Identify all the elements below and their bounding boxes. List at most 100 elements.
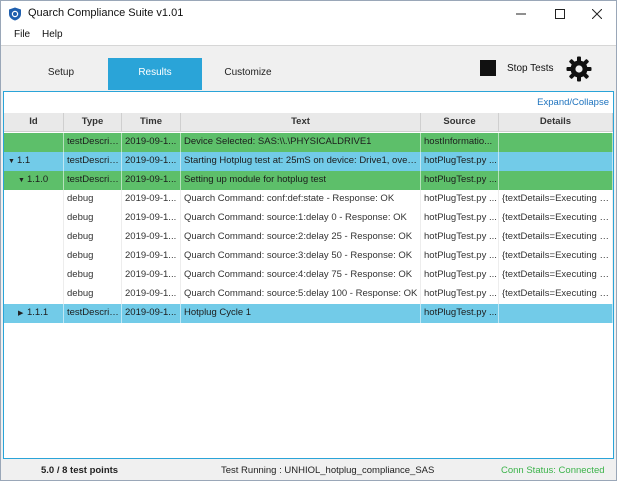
cell-id [4, 190, 64, 209]
table-row[interactable]: ▶1.1.1testDescription2019-09-1...Hotplug… [4, 304, 613, 323]
table-row[interactable]: ▼1.1.0testDescription2019-09-1...Setting… [4, 171, 613, 190]
cell-text: Hotplug Cycle 1 [181, 304, 421, 323]
cell-details [499, 152, 613, 171]
cell-type: debug [64, 247, 122, 266]
tab-results[interactable]: Results [108, 58, 202, 90]
cell-text: Quarch Command: source:5:delay 100 - Res… [181, 285, 421, 304]
row-id-label: 1.1 [17, 155, 31, 166]
cell-details: {textDetails=Executing c... [499, 228, 613, 247]
cell-source: hostInformatio... [421, 133, 499, 152]
menu-help[interactable]: Help [42, 29, 63, 40]
table-row[interactable]: debug 2019-09-1... Quarch Command: source:… [4, 228, 613, 247]
row-id-label: 1.1.0 [27, 174, 49, 185]
maximize-icon [555, 9, 565, 19]
chevron-right-icon[interactable]: ▶ [18, 305, 27, 323]
status-bar: 5.0 / 8 test points Test Running : UNHIO… [1, 461, 616, 480]
table-row[interactable]: ▼1.1testDescription2019-09-1...Starting … [4, 152, 613, 171]
test-points-status: 5.0 / 8 test points [41, 465, 119, 476]
cell-time: 2019-09-1... [122, 285, 181, 304]
cell-id [4, 247, 64, 266]
cell-type: testDescription [64, 152, 122, 171]
cell-text: Device Selected: SAS:\\.\PHYSICALDRIVE1 [181, 133, 421, 152]
cell-time: 2019-09-1... [122, 190, 181, 209]
cell-time: 2019-09-1... [122, 133, 181, 152]
cell-id: ▼ 1.1 [4, 152, 64, 171]
stop-icon[interactable] [480, 60, 496, 76]
table-row[interactable]: testDescription2019-09-1...Device Select… [4, 133, 613, 152]
table-header: Id Type Time Text Source Details [4, 113, 613, 132]
connection-status: Conn Status: Connected [501, 465, 605, 476]
column-header-details[interactable]: Details [499, 113, 613, 132]
row-id-label: 1.1.1 [27, 307, 49, 318]
cell-text: Setting up module for hotplug test [181, 171, 421, 190]
close-button[interactable] [578, 1, 616, 27]
cell-type: debug [64, 228, 122, 247]
cell-source: hotPlugTest.py ... [421, 171, 499, 190]
cell-id [4, 209, 64, 228]
app-window: Quarch Compliance Suite v1.01 File Help … [0, 0, 617, 481]
results-panel: Expand/Collapse Id Type Time Text Source… [3, 91, 614, 459]
cell-source: hotPlugTest.py ... [421, 209, 499, 228]
cell-details [499, 133, 613, 152]
cell-details [499, 171, 613, 190]
cell-time: 2019-09-1... [122, 247, 181, 266]
cell-type: debug [64, 209, 122, 228]
menu-bar: File Help [1, 27, 616, 45]
column-header-text[interactable]: Text [181, 113, 421, 132]
tab-customize[interactable]: Customize [201, 58, 295, 90]
cell-id: ▼ 1.1.0 [4, 171, 64, 190]
cell-type: debug [64, 190, 122, 209]
table-row[interactable]: debug 2019-09-1... Quarch Command: conf:de… [4, 190, 613, 209]
minimize-button[interactable] [502, 1, 540, 27]
column-header-source[interactable]: Source [421, 113, 499, 132]
menu-file[interactable]: File [14, 29, 30, 40]
minimize-icon [516, 13, 526, 15]
cell-time: 2019-09-1... [122, 152, 181, 171]
cell-time: 2019-09-1... [122, 171, 181, 190]
close-icon [591, 8, 603, 20]
expand-collapse-link[interactable]: Expand/Collapse [537, 97, 609, 108]
cell-text: Quarch Command: conf:def:state - Respons… [181, 190, 421, 209]
table-row[interactable]: debug 2019-09-1... Quarch Command: source:… [4, 285, 613, 304]
cell-time: 2019-09-1... [122, 304, 181, 323]
cell-text: Quarch Command: source:3:delay 50 - Resp… [181, 247, 421, 266]
cell-source: hotPlugTest.py ... [421, 152, 499, 171]
gear-icon[interactable] [565, 55, 593, 83]
table-row[interactable]: debug 2019-09-1... Quarch Command: source:… [4, 266, 613, 285]
cell-time: 2019-09-1... [122, 209, 181, 228]
tab-setup[interactable]: Setup [14, 58, 108, 90]
cell-id [4, 266, 64, 285]
cell-source: hotPlugTest.py ... [421, 304, 499, 323]
chevron-down-icon[interactable]: ▼ [8, 153, 17, 171]
cell-time: 2019-09-1... [122, 228, 181, 247]
cell-type: testDescription [64, 304, 122, 323]
cell-type: debug [64, 285, 122, 304]
cell-details [499, 304, 613, 323]
cell-id [4, 133, 64, 152]
shield-icon [9, 7, 21, 21]
maximize-button[interactable] [541, 1, 579, 27]
column-header-type[interactable]: Type [64, 113, 122, 132]
title-bar: Quarch Compliance Suite v1.01 [1, 1, 616, 27]
cell-source: hotPlugTest.py ... [421, 247, 499, 266]
cell-text: Quarch Command: source:4:delay 75 - Resp… [181, 266, 421, 285]
window-title: Quarch Compliance Suite v1.01 [28, 7, 184, 19]
cell-text: Quarch Command: source:2:delay 25 - Resp… [181, 228, 421, 247]
cell-text: Quarch Command: source:1:delay 0 - Respo… [181, 209, 421, 228]
cell-type: testDescription [64, 171, 122, 190]
cell-source: hotPlugTest.py ... [421, 266, 499, 285]
table-row[interactable]: debug 2019-09-1... Quarch Command: source:… [4, 209, 613, 228]
column-header-id[interactable]: Id [4, 113, 64, 132]
cell-details: {textDetails=Executing c... [499, 190, 613, 209]
cell-id: ▶ 1.1.1 [4, 304, 64, 323]
cell-details: {textDetails=Executing c... [499, 209, 613, 228]
column-header-time[interactable]: Time [122, 113, 181, 132]
table-row[interactable]: debug 2019-09-1... Quarch Command: source:… [4, 247, 613, 266]
stop-tests-button[interactable]: Stop Tests [507, 63, 554, 74]
chevron-down-icon[interactable]: ▼ [18, 172, 27, 190]
cell-type: testDescription [64, 133, 122, 152]
tab-bar: Setup Results Customize Stop Tests [1, 45, 616, 91]
cell-type: debug [64, 266, 122, 285]
cell-details: {textDetails=Executing c... [499, 285, 613, 304]
test-running-status: Test Running : UNHIOL_hotplug_compliance… [221, 465, 435, 476]
